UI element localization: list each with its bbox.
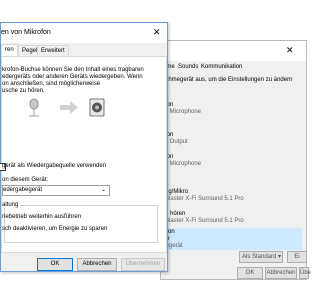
- tab-sounds[interactable]: Sounds: [178, 64, 198, 70]
- description-line: on anschließen, sind möglicherweise: [2, 81, 101, 87]
- microphone-properties-window: en von Mikrofon ✕ ren Pegel Erweitert kr…: [0, 22, 168, 272]
- device-desc: y Microphone: [165, 161, 202, 167]
- close-icon[interactable]: ✕: [286, 45, 294, 56]
- cancel-button[interactable]: Abbrechen: [265, 267, 297, 279]
- device-name[interactable]: e hören: [165, 211, 185, 217]
- sound-dialog-window: ✕ hme Sounds Kommunikation ahmegerät aus…: [160, 40, 311, 280]
- device-desc: y Microphone: [165, 109, 202, 115]
- power-management-title: altung: [2, 202, 21, 208]
- cancel-button[interactable]: Abbrechen: [77, 258, 117, 271]
- microphone-to-speaker-illustration: [29, 98, 105, 117]
- sound-dialog-titlebar: ✕: [161, 41, 306, 61]
- set-default-button[interactable]: Als Standard ▾: [239, 251, 283, 263]
- properties-button[interactable]: Ei: [287, 251, 307, 263]
- apply-button[interactable]: Übernehmen: [121, 258, 165, 271]
- description-line: edergeräts oder anderen Geräts wiedergeb…: [2, 74, 143, 80]
- listen-checkbox-label: gerät als Wiedergabequelle verwenden: [2, 163, 107, 169]
- speaker-icon: [89, 98, 105, 117]
- power-management-group: [4, 205, 158, 243]
- listen-tab-panel: krofon-Buchse können Sie den Inhalt eine…: [0, 56, 167, 253]
- device-name[interactable]: ng/Mikro: [165, 189, 188, 195]
- playback-device-value: edergabegerät: [3, 187, 43, 193]
- apply-button[interactable]: Übe: [299, 267, 311, 279]
- device-desc: y Output: [165, 139, 188, 145]
- ok-button[interactable]: OK: [237, 267, 263, 279]
- disable-to-save-power-option[interactable]: sch deaktivieren, um Energie zu sparen: [2, 226, 107, 232]
- ok-button[interactable]: OK: [37, 258, 73, 271]
- tab-communication[interactable]: Kommunikation: [201, 64, 242, 70]
- instruction-text: ahmegerät aus, um die Einstellungen zu ä…: [165, 77, 293, 83]
- window-title: en von Mikrofon: [1, 29, 51, 36]
- continue-on-battery-option[interactable]: riebetrieb weiterhin ausführen: [2, 214, 81, 220]
- arrow-right-icon: [60, 101, 78, 114]
- device-desc: Blaster X-Fi Surround 5.1 Pro: [165, 196, 244, 202]
- microphone-properties-titlebar: en von Mikrofon ✕: [1, 23, 167, 43]
- sound-dialog-tabs: hme Sounds Kommunikation: [161, 61, 306, 74]
- selected-device-row[interactable]: rofon me ldegerät: [161, 228, 302, 250]
- playback-device-select[interactable]: edergabegerät ⌄: [2, 185, 110, 196]
- description-line: usche zu hören.: [2, 88, 45, 94]
- microphone-icon: [29, 98, 39, 117]
- close-icon[interactable]: ✕: [153, 27, 161, 38]
- chevron-down-icon: ⌄: [101, 187, 107, 193]
- playback-device-label: on diesem Gerät:: [2, 177, 49, 183]
- device-desc: Blaster X-Fi Surround 5.1 Pro: [165, 218, 244, 224]
- description-line: krofon-Buchse können Sie den Inhalt eine…: [2, 67, 144, 73]
